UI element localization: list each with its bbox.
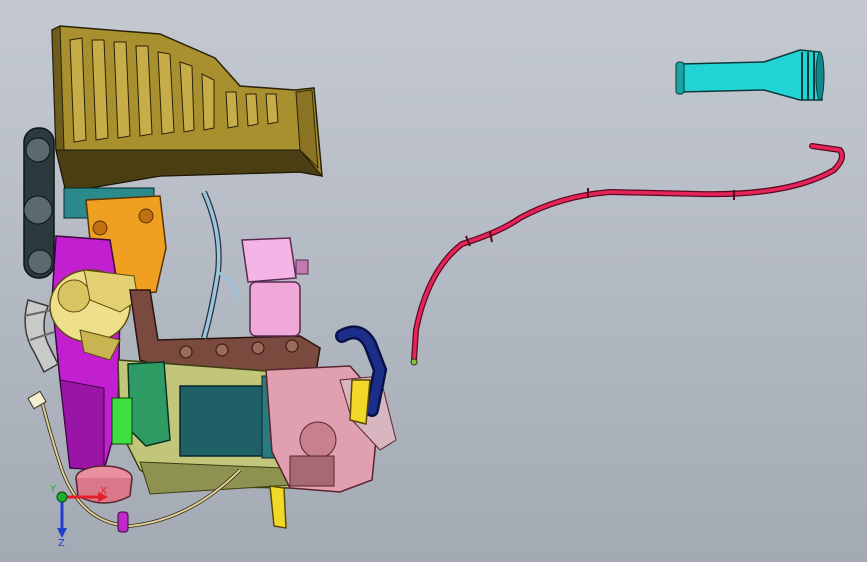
red-vacuum-hose-part[interactable]: [410, 143, 845, 366]
triad-z-label: Z: [58, 538, 65, 549]
engine-assembly[interactable]: [23, 25, 397, 533]
pink-actuator-part[interactable]: [241, 237, 309, 337]
intake-tube-part[interactable]: [675, 49, 825, 101]
triad-x-label: X: [100, 486, 107, 497]
oil-pan-part[interactable]: [51, 25, 324, 193]
cad-3d-viewport[interactable]: X Y Z: [0, 0, 867, 562]
purple-clip-part[interactable]: [117, 511, 129, 533]
yellow-bracket-bottom-part[interactable]: [269, 485, 287, 529]
triad-y-axis-icon: [56, 491, 68, 503]
yellow-clip-part[interactable]: [349, 379, 371, 425]
sensor-wire-part[interactable]: [201, 190, 242, 339]
triad-y-label: Y: [49, 484, 57, 495]
